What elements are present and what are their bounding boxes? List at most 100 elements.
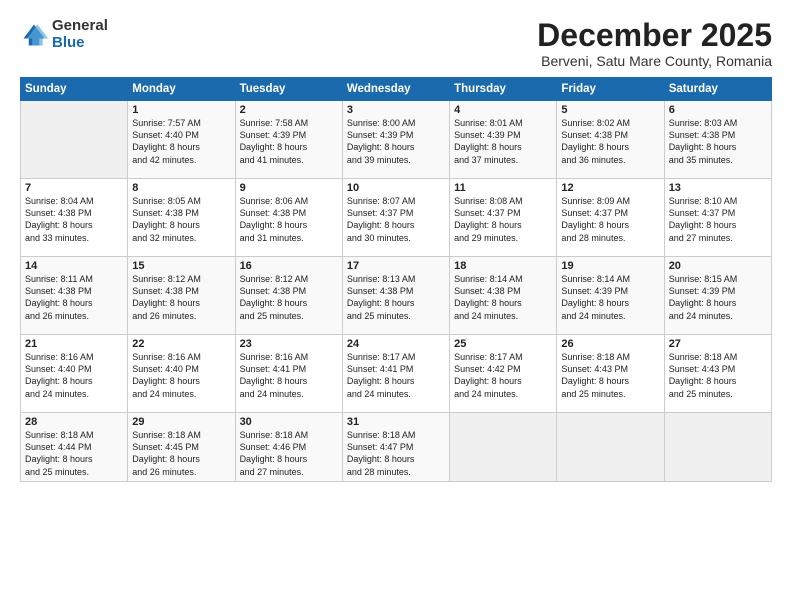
date-number: 9	[240, 182, 338, 194]
date-number: 13	[669, 182, 767, 194]
calendar-cell: 14Sunrise: 8:11 AMSunset: 4:38 PMDayligh…	[21, 257, 128, 335]
cell-details: Sunrise: 8:16 AMSunset: 4:40 PMDaylight:…	[25, 351, 123, 400]
cell-details: Sunrise: 8:14 AMSunset: 4:39 PMDaylight:…	[561, 273, 659, 322]
cell-details: Sunrise: 8:16 AMSunset: 4:41 PMDaylight:…	[240, 351, 338, 400]
calendar-cell: 31Sunrise: 8:18 AMSunset: 4:47 PMDayligh…	[342, 413, 449, 482]
date-number: 22	[132, 338, 230, 350]
date-number: 10	[347, 182, 445, 194]
calendar-cell: 22Sunrise: 8:16 AMSunset: 4:40 PMDayligh…	[128, 335, 235, 413]
calendar-body: 1Sunrise: 7:57 AMSunset: 4:40 PMDaylight…	[21, 101, 772, 482]
header-cell-thursday: Thursday	[450, 78, 557, 101]
calendar-table: SundayMondayTuesdayWednesdayThursdayFrid…	[20, 77, 772, 482]
calendar-cell: 21Sunrise: 8:16 AMSunset: 4:40 PMDayligh…	[21, 335, 128, 413]
logo-icon	[20, 21, 48, 49]
date-number: 8	[132, 182, 230, 194]
month-title: December 2025	[537, 18, 772, 53]
calendar-cell: 28Sunrise: 8:18 AMSunset: 4:44 PMDayligh…	[21, 413, 128, 482]
date-number: 11	[454, 182, 552, 194]
cell-details: Sunrise: 8:04 AMSunset: 4:38 PMDaylight:…	[25, 195, 123, 244]
calendar-cell: 27Sunrise: 8:18 AMSunset: 4:43 PMDayligh…	[664, 335, 771, 413]
date-number: 25	[454, 338, 552, 350]
calendar-cell: 12Sunrise: 8:09 AMSunset: 4:37 PMDayligh…	[557, 179, 664, 257]
cell-details: Sunrise: 8:18 AMSunset: 4:43 PMDaylight:…	[561, 351, 659, 400]
cell-details: Sunrise: 8:05 AMSunset: 4:38 PMDaylight:…	[132, 195, 230, 244]
header-cell-saturday: Saturday	[664, 78, 771, 101]
header-row: SundayMondayTuesdayWednesdayThursdayFrid…	[21, 78, 772, 101]
cell-details: Sunrise: 8:17 AMSunset: 4:41 PMDaylight:…	[347, 351, 445, 400]
date-number: 17	[347, 260, 445, 272]
calendar-cell: 26Sunrise: 8:18 AMSunset: 4:43 PMDayligh…	[557, 335, 664, 413]
calendar-cell: 5Sunrise: 8:02 AMSunset: 4:38 PMDaylight…	[557, 101, 664, 179]
cell-details: Sunrise: 8:12 AMSunset: 4:38 PMDaylight:…	[240, 273, 338, 322]
calendar-cell: 1Sunrise: 7:57 AMSunset: 4:40 PMDaylight…	[128, 101, 235, 179]
date-number: 15	[132, 260, 230, 272]
date-number: 19	[561, 260, 659, 272]
calendar-cell: 6Sunrise: 8:03 AMSunset: 4:38 PMDaylight…	[664, 101, 771, 179]
header-cell-tuesday: Tuesday	[235, 78, 342, 101]
calendar-cell: 19Sunrise: 8:14 AMSunset: 4:39 PMDayligh…	[557, 257, 664, 335]
week-row-2: 14Sunrise: 8:11 AMSunset: 4:38 PMDayligh…	[21, 257, 772, 335]
date-number: 2	[240, 104, 338, 116]
cell-details: Sunrise: 8:18 AMSunset: 4:47 PMDaylight:…	[347, 429, 445, 478]
cell-details: Sunrise: 8:03 AMSunset: 4:38 PMDaylight:…	[669, 117, 767, 166]
logo-general-text: General	[52, 18, 108, 35]
cell-details: Sunrise: 8:07 AMSunset: 4:37 PMDaylight:…	[347, 195, 445, 244]
calendar-cell: 13Sunrise: 8:10 AMSunset: 4:37 PMDayligh…	[664, 179, 771, 257]
date-number: 14	[25, 260, 123, 272]
cell-details: Sunrise: 8:16 AMSunset: 4:40 PMDaylight:…	[132, 351, 230, 400]
cell-details: Sunrise: 8:02 AMSunset: 4:38 PMDaylight:…	[561, 117, 659, 166]
logo: General Blue	[20, 18, 108, 51]
cell-details: Sunrise: 8:01 AMSunset: 4:39 PMDaylight:…	[454, 117, 552, 166]
date-number: 21	[25, 338, 123, 350]
date-number: 4	[454, 104, 552, 116]
date-number: 1	[132, 104, 230, 116]
date-number: 20	[669, 260, 767, 272]
location: Berveni, Satu Mare County, Romania	[537, 53, 772, 69]
calendar-cell: 25Sunrise: 8:17 AMSunset: 4:42 PMDayligh…	[450, 335, 557, 413]
week-row-1: 7Sunrise: 8:04 AMSunset: 4:38 PMDaylight…	[21, 179, 772, 257]
week-row-3: 21Sunrise: 8:16 AMSunset: 4:40 PMDayligh…	[21, 335, 772, 413]
calendar-cell: 9Sunrise: 8:06 AMSunset: 4:38 PMDaylight…	[235, 179, 342, 257]
cell-details: Sunrise: 8:18 AMSunset: 4:44 PMDaylight:…	[25, 429, 123, 478]
calendar-cell	[664, 413, 771, 482]
cell-details: Sunrise: 7:57 AMSunset: 4:40 PMDaylight:…	[132, 117, 230, 166]
cell-details: Sunrise: 8:00 AMSunset: 4:39 PMDaylight:…	[347, 117, 445, 166]
calendar-cell: 20Sunrise: 8:15 AMSunset: 4:39 PMDayligh…	[664, 257, 771, 335]
calendar-cell: 23Sunrise: 8:16 AMSunset: 4:41 PMDayligh…	[235, 335, 342, 413]
calendar-cell	[21, 101, 128, 179]
calendar-header: SundayMondayTuesdayWednesdayThursdayFrid…	[21, 78, 772, 101]
date-number: 5	[561, 104, 659, 116]
calendar-cell: 24Sunrise: 8:17 AMSunset: 4:41 PMDayligh…	[342, 335, 449, 413]
week-row-4: 28Sunrise: 8:18 AMSunset: 4:44 PMDayligh…	[21, 413, 772, 482]
calendar-cell: 18Sunrise: 8:14 AMSunset: 4:38 PMDayligh…	[450, 257, 557, 335]
date-number: 3	[347, 104, 445, 116]
calendar-cell: 11Sunrise: 8:08 AMSunset: 4:37 PMDayligh…	[450, 179, 557, 257]
date-number: 23	[240, 338, 338, 350]
cell-details: Sunrise: 8:17 AMSunset: 4:42 PMDaylight:…	[454, 351, 552, 400]
cell-details: Sunrise: 7:58 AMSunset: 4:39 PMDaylight:…	[240, 117, 338, 166]
header-cell-wednesday: Wednesday	[342, 78, 449, 101]
header-cell-friday: Friday	[557, 78, 664, 101]
cell-details: Sunrise: 8:12 AMSunset: 4:38 PMDaylight:…	[132, 273, 230, 322]
date-number: 27	[669, 338, 767, 350]
page: General Blue December 2025 Berveni, Satu…	[0, 0, 792, 612]
date-number: 30	[240, 416, 338, 428]
cell-details: Sunrise: 8:08 AMSunset: 4:37 PMDaylight:…	[454, 195, 552, 244]
date-number: 18	[454, 260, 552, 272]
calendar-cell	[450, 413, 557, 482]
calendar-cell: 15Sunrise: 8:12 AMSunset: 4:38 PMDayligh…	[128, 257, 235, 335]
cell-details: Sunrise: 8:06 AMSunset: 4:38 PMDaylight:…	[240, 195, 338, 244]
logo-blue-text: Blue	[52, 35, 108, 52]
calendar-cell: 29Sunrise: 8:18 AMSunset: 4:45 PMDayligh…	[128, 413, 235, 482]
calendar-cell	[557, 413, 664, 482]
header-cell-monday: Monday	[128, 78, 235, 101]
date-number: 16	[240, 260, 338, 272]
date-number: 31	[347, 416, 445, 428]
calendar-cell: 16Sunrise: 8:12 AMSunset: 4:38 PMDayligh…	[235, 257, 342, 335]
logo-text: General Blue	[52, 18, 108, 51]
header-cell-sunday: Sunday	[21, 78, 128, 101]
calendar-cell: 30Sunrise: 8:18 AMSunset: 4:46 PMDayligh…	[235, 413, 342, 482]
date-number: 29	[132, 416, 230, 428]
header: General Blue December 2025 Berveni, Satu…	[20, 18, 772, 69]
calendar-cell: 7Sunrise: 8:04 AMSunset: 4:38 PMDaylight…	[21, 179, 128, 257]
